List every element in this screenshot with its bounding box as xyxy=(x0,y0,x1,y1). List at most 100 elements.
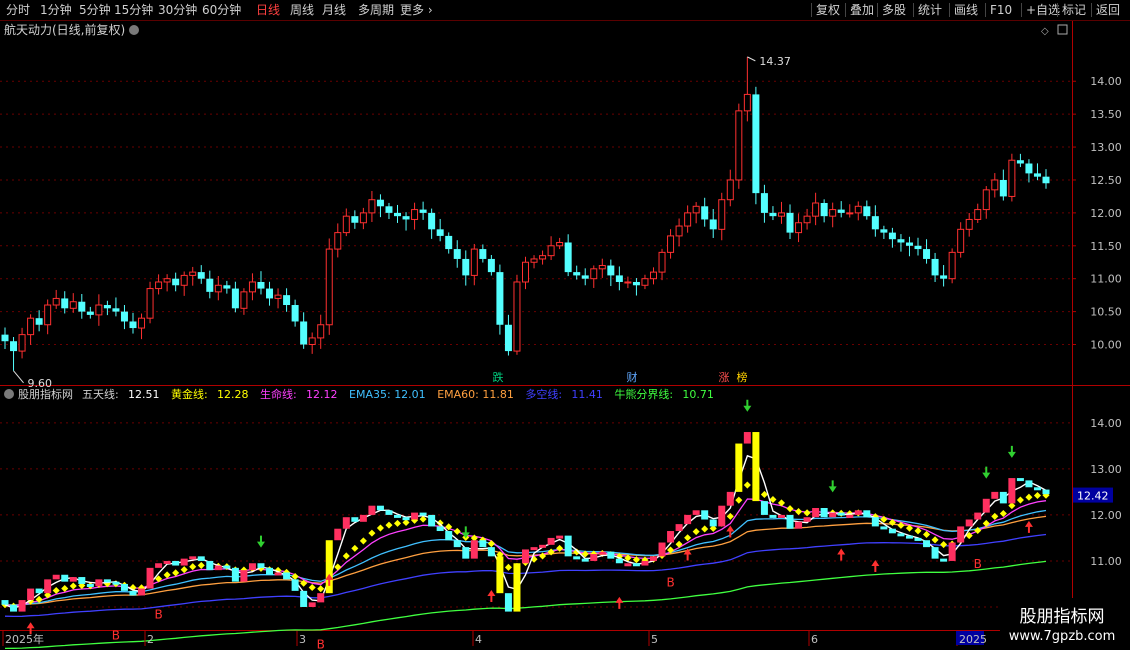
candle-body-up xyxy=(649,271,657,280)
indicator-bar xyxy=(641,560,649,566)
indicator-bar xyxy=(624,563,632,567)
candle-body-down xyxy=(462,258,470,276)
candle-body-up xyxy=(180,274,188,286)
indicator-bar xyxy=(556,535,564,539)
buy-arrow xyxy=(615,596,624,609)
candle-body-down xyxy=(1042,176,1050,184)
indicator-bar xyxy=(453,540,461,548)
indicator-bar xyxy=(129,590,137,596)
golden-dot xyxy=(487,540,495,548)
indicator-bar xyxy=(359,514,367,522)
candle-body-down xyxy=(632,281,640,286)
indicator-bar xyxy=(786,514,794,529)
indicator-bar xyxy=(837,512,845,516)
sell-arrow xyxy=(743,399,752,412)
price-axis-label: 13.50 xyxy=(1090,108,1122,121)
candle-body-up xyxy=(590,268,598,280)
indicator-bar xyxy=(812,508,820,518)
candle-body-up xyxy=(846,212,854,215)
candle-body-up xyxy=(248,281,256,293)
candle-body-up xyxy=(795,222,803,234)
indicator-bar xyxy=(487,547,495,557)
maximize-icon[interactable] xyxy=(1057,24,1068,35)
indicator-bar xyxy=(342,517,350,529)
candle-body-down xyxy=(496,272,504,325)
candle-body-up xyxy=(513,281,521,352)
candle-body-up xyxy=(163,278,171,283)
candle-body-up xyxy=(274,294,282,299)
indicator-bar xyxy=(931,547,939,559)
candle-body-down xyxy=(607,265,615,276)
sell-arrow xyxy=(828,480,837,493)
chart-area[interactable]: 14.00 13.50 13.00 12.50 12.00 11.50 11.00 10.50… xyxy=(0,0,1130,650)
indicator-bar xyxy=(701,510,709,520)
dropdown-icon[interactable] xyxy=(129,25,139,35)
indicator-bar xyxy=(675,524,683,532)
candle-body-down xyxy=(402,216,410,220)
indicator-bar xyxy=(1033,487,1041,491)
buy-arrow xyxy=(837,548,846,561)
indicator-bar xyxy=(223,565,231,569)
golden-dot xyxy=(308,583,316,592)
b-signal-label: B xyxy=(112,628,120,642)
indicator-bar xyxy=(445,531,453,541)
candle-body-down xyxy=(445,235,453,250)
golden-dot xyxy=(1016,496,1024,504)
golden-dot xyxy=(376,524,384,532)
candle-body-down xyxy=(86,311,94,315)
candle-body-down xyxy=(172,278,180,286)
candle-body-up xyxy=(803,215,811,224)
indicator-bar xyxy=(854,510,862,515)
indicator-axis-label: 11.00 xyxy=(1090,555,1122,568)
indicator-bar xyxy=(999,491,1007,504)
candle-body-up xyxy=(692,205,700,214)
candle-body-down xyxy=(453,249,461,259)
candle-body-up xyxy=(777,212,785,217)
indicator-bar xyxy=(283,572,291,580)
golden-dot xyxy=(334,563,342,571)
golden-dot xyxy=(735,496,743,504)
candle-body-down xyxy=(35,318,43,325)
candle-body-down xyxy=(428,212,436,230)
candle-body-up xyxy=(675,225,683,237)
indicator-label-4: EMA60: xyxy=(437,388,479,401)
indicator-bar xyxy=(214,565,222,571)
indicator-bar xyxy=(35,588,43,594)
indicator-bar xyxy=(803,517,811,522)
date-label-4: 5 xyxy=(651,633,658,646)
main-chart-title: 航天动力(日线,前复权) xyxy=(4,22,125,37)
golden-dot xyxy=(351,544,359,552)
indicator-label-2: 生命线: xyxy=(260,387,297,401)
candle-body-down xyxy=(615,275,623,282)
candle-body-down xyxy=(376,199,384,207)
candle-body-down xyxy=(61,298,69,309)
indicator-bar xyxy=(120,583,128,591)
candle-body-down xyxy=(923,249,931,259)
indicator-bar xyxy=(820,508,828,518)
golden-dot xyxy=(795,508,803,516)
indicator-label-6: 牛熊分界线: xyxy=(614,387,673,401)
indicator-bar xyxy=(957,526,965,543)
price-axis-label: 14.00 xyxy=(1090,75,1122,88)
indicator-bar xyxy=(573,556,581,560)
indicator-bar xyxy=(743,432,751,444)
candle-body-down xyxy=(419,209,427,213)
candle-body-down xyxy=(1016,160,1024,164)
golden-dot xyxy=(368,529,376,537)
candle-body-down xyxy=(914,245,922,250)
indicator-bar xyxy=(718,505,726,527)
indicator-bar xyxy=(163,560,171,564)
candle-body-up xyxy=(991,179,999,191)
indicator-bar xyxy=(436,526,444,532)
indicator-bar xyxy=(777,514,785,518)
indicator-dropdown-icon[interactable] xyxy=(4,389,14,399)
candle-body-up xyxy=(240,291,248,309)
event-marker-1: 财 xyxy=(627,370,638,384)
candle-body-down xyxy=(769,212,777,217)
candle-body-up xyxy=(522,261,529,283)
indicator-label-1: 黄金线: xyxy=(171,387,208,401)
indicator-bar xyxy=(376,505,384,511)
indicator-value-2: 12.12 xyxy=(306,388,338,401)
candle-body-down xyxy=(479,249,487,259)
watermark-url: www.7gpzb.com xyxy=(1009,629,1116,644)
